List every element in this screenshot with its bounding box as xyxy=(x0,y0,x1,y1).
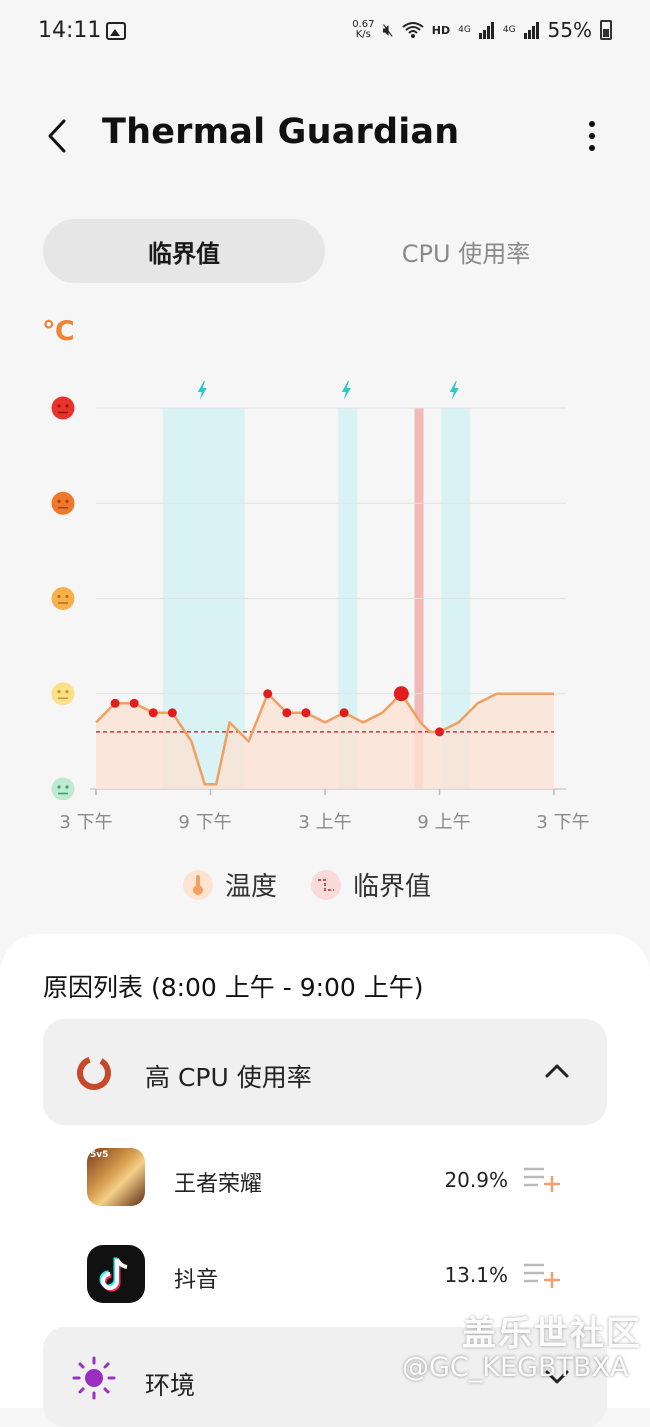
cpu-usage-group-label: 高 CPU 使用率 xyxy=(145,1063,312,1092)
chart-unit-label: ℃ xyxy=(42,316,75,347)
data-point xyxy=(435,727,444,737)
cool-face-icon xyxy=(51,777,75,800)
thermometer-icon xyxy=(183,869,213,900)
x-tick-label: 3 下午 xyxy=(536,812,590,833)
hot-face-icon xyxy=(51,491,75,515)
threshold-step-icon xyxy=(311,869,341,900)
mute-icon: 🔇︎ xyxy=(382,19,394,41)
critical-face-icon xyxy=(51,396,75,420)
signal-4g-label-2: 4G xyxy=(502,25,516,35)
gallery-notification-icon xyxy=(106,22,126,40)
sun-icon xyxy=(72,1356,116,1400)
face-eye xyxy=(57,404,61,408)
face-circle xyxy=(51,396,75,420)
honor-of-kings-app-icon: 5v5 xyxy=(87,1148,145,1206)
cpu-usage-group-header[interactable] xyxy=(43,1019,607,1125)
reasons-title: 原因列表 (8:00 上午 - 9:00 上午) xyxy=(43,973,424,1002)
data-point xyxy=(110,698,120,708)
watermark-handle: @GC_KEGBTBXA xyxy=(402,1352,629,1383)
face-eye xyxy=(57,499,61,503)
x-tick-label: 9 上午 xyxy=(417,812,471,833)
app-cpu-percent: 13.1% xyxy=(444,1263,508,1287)
face-eye xyxy=(57,785,61,789)
app-cpu-percent: 20.9% xyxy=(444,1168,508,1192)
signal-icon-1 xyxy=(478,22,494,39)
data-point xyxy=(282,708,292,718)
net-speed: 0.67 K/s xyxy=(352,19,375,40)
status-icons: 0.67 K/s 🔇︎ HD 4G 4G 55% xyxy=(352,18,612,42)
charging-bolt-icon xyxy=(341,381,351,400)
watermark-brand: 盖乐世社区 xyxy=(462,1314,642,1354)
data-point xyxy=(301,708,311,718)
back-arrow-icon[interactable] xyxy=(44,118,74,154)
face-circle xyxy=(51,587,75,610)
legend-label: 温度 xyxy=(225,872,278,902)
app-name: 抖音 xyxy=(174,1268,219,1293)
tab-cpu-usage[interactable]: CPU 使用率 xyxy=(330,219,602,283)
charging-bolt-icon xyxy=(449,381,459,400)
environment-group-label: 环境 xyxy=(145,1371,196,1400)
add-to-list-icon[interactable] xyxy=(524,1262,562,1288)
legend-threshold: 临界值 xyxy=(311,866,431,903)
face-circle xyxy=(51,777,75,800)
legend-temperature: 温度 xyxy=(183,866,277,903)
face-eye xyxy=(57,594,61,599)
face-circle xyxy=(51,682,75,706)
normal-face-icon xyxy=(51,682,75,706)
x-tick-label: 3 下午 xyxy=(59,812,113,833)
cpu-usage-donut-icon xyxy=(77,1056,111,1090)
x-tick-label: 9 下午 xyxy=(178,812,232,833)
status-time: 14:11 xyxy=(38,18,102,43)
x-tick-label: 3 上午 xyxy=(298,812,352,833)
signal-4g-label-1: 4G xyxy=(458,25,471,35)
data-point xyxy=(167,708,177,718)
battery-icon xyxy=(600,20,612,40)
face-eye xyxy=(57,690,61,694)
face-eye xyxy=(65,499,69,503)
face-circle xyxy=(51,491,75,515)
face-eye xyxy=(65,594,69,599)
data-point xyxy=(148,708,158,718)
charging-bolt-icon xyxy=(197,381,207,400)
app-name: 王者荣耀 xyxy=(174,1172,263,1197)
warm-face-icon xyxy=(51,587,75,610)
signal-icon-2 xyxy=(523,22,539,39)
add-to-list-icon[interactable] xyxy=(524,1166,562,1192)
battery-percent: 55% xyxy=(547,18,592,42)
face-eye xyxy=(65,785,69,789)
face-eye xyxy=(65,690,69,694)
data-point xyxy=(129,698,139,708)
tab-threshold[interactable]: 临界值 xyxy=(43,219,325,283)
hd-label: HD xyxy=(431,23,451,37)
chevron-up-icon[interactable] xyxy=(544,1062,570,1080)
selected-data-point xyxy=(393,686,409,702)
page-title: Thermal Guardian xyxy=(102,112,460,152)
legend-label: 临界值 xyxy=(353,872,432,902)
more-options-icon[interactable] xyxy=(582,118,602,154)
temperature-chart xyxy=(51,381,566,800)
face-eye xyxy=(65,404,69,408)
data-point xyxy=(263,689,273,699)
douyin-app-icon xyxy=(87,1245,145,1303)
wifi-icon xyxy=(402,22,424,38)
data-point xyxy=(339,708,349,718)
